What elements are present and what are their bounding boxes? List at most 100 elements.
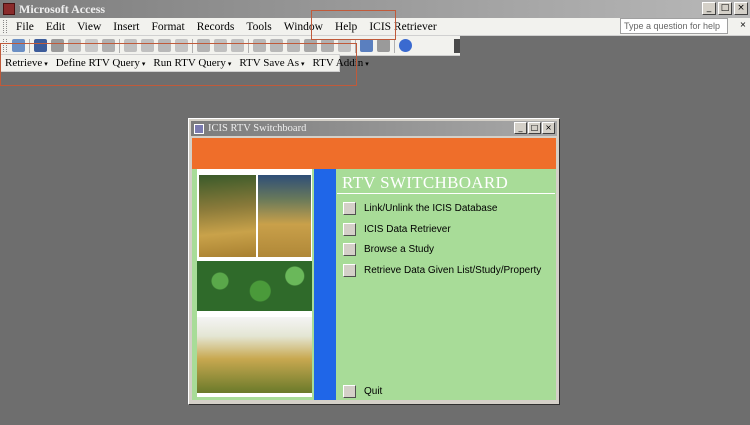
option-link-unlink-button[interactable]	[343, 202, 356, 215]
wheat-sky-photo	[258, 175, 311, 257]
switchboard-window: ICIS RTV Switchboard _ □ × RTV SWITCHBOA…	[188, 118, 560, 405]
toolbar-separator	[248, 38, 249, 53]
header-band	[192, 138, 556, 169]
wheat-photo	[199, 175, 256, 257]
rtv-addin-label: RTV Addin	[312, 57, 364, 69]
rtv-toolbar: Retrieve ▾ Define RTV Query ▾ Run RTV Quer…	[0, 54, 369, 72]
menu-file[interactable]: File	[10, 21, 40, 33]
menu-icis-retriever[interactable]: ICIS Retriever	[363, 21, 442, 33]
rtv-retrieve-menu[interactable]: Retrieve ▾	[1, 57, 52, 69]
toolbar-separator	[394, 38, 395, 53]
apply-filter-icon[interactable]	[287, 39, 300, 52]
close-button[interactable]: ×	[734, 2, 748, 15]
help-question-input[interactable]: Type a question for help	[620, 18, 728, 34]
new-record-icon[interactable]	[321, 39, 334, 52]
menu-grip-handle[interactable]	[3, 20, 7, 33]
print-icon[interactable]	[68, 39, 81, 52]
access-key-icon	[3, 3, 15, 15]
menu-view[interactable]: View	[71, 21, 107, 33]
database-window-icon[interactable]	[360, 39, 373, 52]
app-title: Microsoft Access	[19, 1, 106, 16]
search-icon[interactable]	[51, 39, 64, 52]
option-label: ICIS Data Retriever	[364, 224, 451, 235]
menu-window[interactable]: Window	[278, 21, 329, 33]
rtv-save-as-menu[interactable]: RTV Save As ▾	[235, 57, 308, 69]
quit-button[interactable]	[343, 385, 356, 398]
toolbar-separator	[119, 38, 120, 53]
crop-photos	[197, 169, 312, 397]
option-link-unlink: Link/Unlink the ICIS Database	[343, 202, 497, 215]
option-label: Browse a Study	[364, 244, 435, 255]
option-retrieve-given-list-button[interactable]	[343, 264, 356, 277]
close-document-icon[interactable]: ×	[738, 20, 748, 30]
view-icon[interactable]	[12, 39, 25, 52]
menu-help[interactable]: Help	[329, 21, 363, 33]
switchboard-close-button[interactable]: ×	[542, 122, 555, 134]
toolbar-separator	[192, 38, 193, 53]
switchboard-window-controls: _ □ ×	[514, 122, 555, 134]
leaves-photo	[197, 261, 312, 311]
rtv-run-query-menu[interactable]: Run RTV Query ▾	[149, 57, 235, 69]
rtv-define-query-label: Define RTV Query	[55, 57, 140, 69]
document-window-controls: ×	[738, 20, 748, 30]
option-label: Retrieve Data Given List/Study/Property	[364, 265, 542, 276]
menu-bar: File Edit View Insert Format Records Too…	[0, 18, 750, 36]
switchboard-titlebar[interactable]: ICIS RTV Switchboard _ □ ×	[191, 121, 557, 136]
option-label: Link/Unlink the ICIS Database	[364, 203, 498, 214]
rtv-addin-menu[interactable]: RTV Addin ▾	[309, 57, 373, 69]
switchboard-maximize-button[interactable]: □	[528, 122, 541, 134]
print-preview-icon[interactable]	[85, 39, 98, 52]
option-data-retriever: ICIS Data Retriever	[343, 223, 451, 236]
toolbar-separator	[29, 38, 30, 53]
copy-icon[interactable]	[141, 39, 154, 52]
sort-ascending-icon[interactable]	[214, 39, 227, 52]
option-quit: Quit	[343, 385, 382, 398]
spelling-icon[interactable]	[102, 39, 115, 52]
menu-records[interactable]: Records	[191, 21, 241, 33]
toolbar-separator	[355, 38, 356, 53]
heading-divider	[337, 193, 555, 194]
menu-tools[interactable]: Tools	[240, 21, 277, 33]
chevron-down-icon: ▾	[300, 60, 305, 68]
minimize-button[interactable]: _	[702, 2, 716, 15]
form-icon	[194, 123, 204, 134]
option-retrieve-given-list: Retrieve Data Given List/Study/Property	[343, 264, 541, 277]
app-titlebar: Microsoft Access _ □ ×	[0, 0, 750, 18]
filter-by-form-icon[interactable]	[270, 39, 283, 52]
quit-label: Quit	[364, 386, 383, 397]
maximize-button[interactable]: □	[718, 2, 732, 15]
cut-icon[interactable]	[124, 39, 137, 52]
standard-toolbar	[0, 36, 460, 56]
switchboard-heading: RTV SWITCHBOARD	[342, 173, 509, 192]
rtv-retrieve-label: Retrieve	[5, 57, 43, 69]
window-controls: _ □ ×	[702, 2, 748, 15]
rice-photo	[197, 317, 312, 393]
undo-icon[interactable]	[175, 39, 188, 52]
chevron-down-icon: ▾	[227, 60, 232, 68]
find-icon[interactable]	[304, 39, 317, 52]
chevron-down-icon: ▾	[141, 60, 146, 68]
option-browse-study: Browse a Study	[343, 243, 434, 256]
insert-hyperlink-icon[interactable]	[197, 39, 210, 52]
switchboard-minimize-button[interactable]: _	[514, 122, 527, 134]
option-data-retriever-button[interactable]	[343, 223, 356, 236]
menu-edit[interactable]: Edit	[40, 21, 71, 33]
chevron-down-icon: ▾	[365, 60, 369, 68]
new-object-icon[interactable]	[377, 39, 390, 52]
rtv-run-query-label: Run RTV Query	[153, 57, 226, 69]
menu-insert[interactable]: Insert	[107, 21, 145, 33]
chevron-down-icon: ▾	[44, 60, 48, 68]
help-icon[interactable]	[399, 39, 412, 52]
toolbar-grip-handle[interactable]	[3, 39, 7, 52]
option-browse-study-button[interactable]	[343, 243, 356, 256]
menu-format[interactable]: Format	[145, 21, 190, 33]
toolbar-options-icon[interactable]	[454, 38, 460, 53]
blue-accent-strip	[314, 169, 336, 400]
sort-descending-icon[interactable]	[231, 39, 244, 52]
rtv-define-query-menu[interactable]: Define RTV Query ▾	[52, 57, 150, 69]
rtv-save-as-label: RTV Save As	[239, 57, 299, 69]
filter-by-selection-icon[interactable]	[253, 39, 266, 52]
save-icon[interactable]	[34, 39, 47, 52]
delete-record-icon[interactable]	[338, 39, 351, 52]
paste-icon[interactable]	[158, 39, 171, 52]
